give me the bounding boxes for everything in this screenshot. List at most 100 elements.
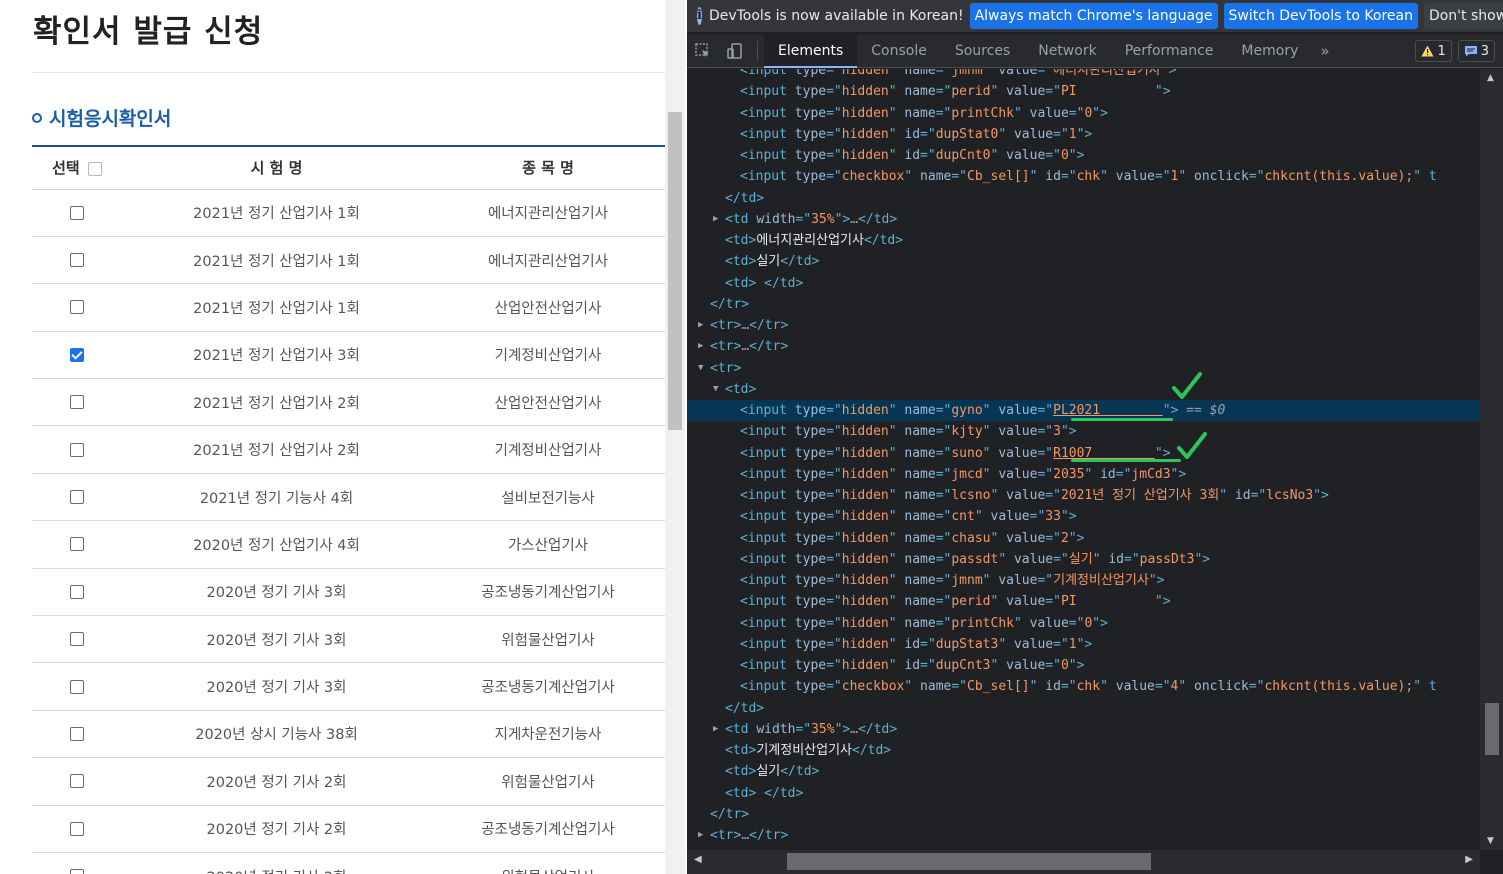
- dom-line[interactable]: <input type="hidden" id="dupStat3" value…: [687, 634, 1480, 655]
- row-checkbox[interactable]: [70, 774, 84, 789]
- dom-line[interactable]: <td>기계정비산업기사</td>: [687, 740, 1480, 761]
- dont-show-again-button[interactable]: Don't show ag: [1423, 3, 1503, 29]
- vertical-scrollbar-thumb[interactable]: [1485, 703, 1499, 755]
- tab-console[interactable]: Console: [857, 35, 941, 68]
- dom-token: =": [935, 573, 952, 588]
- dom-token: chkcnt(this.value);: [1264, 169, 1414, 185]
- page-scrollbar[interactable]: [665, 0, 685, 874]
- dom-token: =": [826, 126, 842, 142]
- tab-performance[interactable]: Performance: [1111, 35, 1228, 68]
- row-checkbox[interactable]: [70, 395, 84, 410]
- dom-line[interactable]: ▶ <tr>…</tr>: [687, 825, 1480, 846]
- scroll-up-arrow-icon[interactable]: ▲: [1487, 73, 1494, 83]
- dom-line[interactable]: <input type="hidden" id="dupCnt3" value=…: [687, 655, 1480, 676]
- device-toolbar-icon[interactable]: [719, 35, 751, 68]
- dom-token: <input: [740, 488, 795, 503]
- dom-tree-horizontal-scrollbar[interactable]: ◀ ▶: [687, 850, 1480, 874]
- row-checkbox[interactable]: [70, 584, 84, 599]
- scroll-down-arrow-icon[interactable]: ▼: [1487, 836, 1494, 846]
- dom-line[interactable]: <input type="hidden" name="lcsno" value=…: [687, 485, 1480, 506]
- dom-line[interactable]: ▶ <tr>…</tr>: [687, 315, 1480, 336]
- warnings-badge[interactable]: 1: [1415, 40, 1452, 62]
- more-tabs-icon[interactable]: »: [1312, 42, 1337, 60]
- tab-network[interactable]: Network: [1024, 35, 1110, 68]
- row-checkbox[interactable]: [70, 490, 84, 505]
- row-checkbox[interactable]: [70, 869, 84, 874]
- dom-token: ": [888, 69, 905, 78]
- collapse-right-arrow-icon[interactable]: ▶: [713, 719, 718, 740]
- dom-line-content: <tr>…</tr>: [710, 315, 788, 336]
- dom-token: [756, 276, 764, 291]
- row-checkbox[interactable]: [70, 537, 84, 552]
- tab-sources[interactable]: Sources: [941, 35, 1024, 68]
- table-row: 2021년 정기 산업기사 3회 기계정비산업기사: [32, 331, 665, 379]
- expand-down-arrow-icon[interactable]: ▼: [713, 379, 718, 400]
- dom-line[interactable]: <input type="hidden" name="printChk" val…: [687, 103, 1480, 124]
- dom-line[interactable]: <input type="hidden" name="jmcd" value="…: [687, 464, 1480, 485]
- dom-token: id: [904, 658, 921, 673]
- dom-line[interactable]: <td>실기</td>: [687, 251, 1480, 272]
- row-checkbox[interactable]: [70, 632, 84, 647]
- collapse-right-arrow-icon[interactable]: ▶: [713, 209, 718, 230]
- scroll-right-arrow-icon[interactable]: ▶: [1465, 854, 1473, 865]
- expand-down-arrow-icon[interactable]: ▼: [698, 358, 703, 379]
- dom-line[interactable]: <input type="checkbox" name="Cb_sel[]" i…: [687, 676, 1480, 697]
- dom-line[interactable]: ▼ <td>: [687, 379, 1480, 400]
- dom-line[interactable]: <input type="checkbox" name="Cb_sel[]" i…: [687, 166, 1480, 187]
- dom-line[interactable]: ▶ <tr>…</tr>: [687, 336, 1480, 357]
- dom-line[interactable]: <td>에너지관리산업기사</td>: [687, 230, 1480, 251]
- dom-line[interactable]: </td>: [687, 188, 1480, 209]
- dom-line[interactable]: ▶ <td width="35%">…</td>: [687, 209, 1480, 230]
- dom-token: ": [888, 658, 905, 673]
- dom-line[interactable]: <input type="hidden" name="cnt" value="3…: [687, 506, 1480, 527]
- always-match-language-button[interactable]: Always match Chrome's language: [969, 3, 1218, 29]
- page-scrollbar-thumb[interactable]: [668, 112, 682, 430]
- row-checkbox[interactable]: [70, 821, 84, 836]
- row-checkbox[interactable]: [70, 300, 84, 315]
- select-all-checkbox[interactable]: [87, 161, 102, 176]
- row-checkbox[interactable]: [70, 679, 84, 694]
- switch-to-korean-button[interactable]: Switch DevTools to Korean: [1223, 3, 1418, 29]
- tab-elements[interactable]: Elements: [764, 34, 858, 68]
- row-checkbox[interactable]: [70, 726, 84, 741]
- dom-line[interactable]: <td>실기</td>: [687, 761, 1480, 782]
- dom-line[interactable]: <input type="hidden" name="jmnm" value="…: [687, 570, 1480, 591]
- collapse-right-arrow-icon[interactable]: ▶: [698, 315, 703, 336]
- row-select-cell: [32, 616, 122, 663]
- tab-memory[interactable]: Memory: [1227, 35, 1312, 68]
- dom-line[interactable]: <input type="hidden" name="perid" value=…: [687, 591, 1480, 612]
- messages-badge[interactable]: 3: [1457, 40, 1495, 62]
- green-checkmark-icon: [1177, 432, 1207, 459]
- dom-line[interactable]: </tr>: [687, 804, 1480, 825]
- horizontal-scrollbar-thumb[interactable]: [787, 853, 1151, 870]
- dom-line-content: </tr>: [710, 294, 749, 315]
- dom-token: 에너지관리산업기사: [1053, 69, 1161, 78]
- scroll-left-arrow-icon[interactable]: ◀: [694, 854, 702, 865]
- dom-line[interactable]: <input type="hidden" name="printChk" val…: [687, 613, 1480, 634]
- collapse-right-arrow-icon[interactable]: ▶: [698, 825, 703, 846]
- dom-line[interactable]: ▶ <td width="35%">…</td>: [687, 719, 1480, 740]
- inspect-element-icon[interactable]: [687, 35, 719, 68]
- dom-line[interactable]: <input type="hidden" id="dupCnt0" value=…: [687, 145, 1480, 166]
- dom-line[interactable]: <td> </td>: [687, 273, 1480, 294]
- dom-line[interactable]: </td>: [687, 698, 1480, 719]
- row-checkbox[interactable]: [70, 442, 84, 457]
- dom-token: 1: [1068, 636, 1077, 652]
- dom-line[interactable]: <input type="hidden" name="jmnm" value="…: [687, 69, 1480, 81]
- dom-token: ">: [1170, 466, 1187, 482]
- dom-line[interactable]: <input type="hidden" id="dupStat0" value…: [687, 124, 1480, 145]
- dom-line[interactable]: </tr>: [687, 294, 1480, 315]
- row-checkbox[interactable]: [70, 347, 84, 362]
- dom-token: =": [920, 658, 936, 673]
- dom-line[interactable]: ▼ <tr>: [687, 358, 1480, 379]
- row-checkbox[interactable]: [70, 205, 84, 220]
- row-checkbox[interactable]: [70, 253, 84, 268]
- dom-line[interactable]: <input type="hidden" name="perid" value=…: [687, 81, 1480, 102]
- collapse-right-arrow-icon[interactable]: ▶: [698, 336, 703, 357]
- dom-line[interactable]: <td> </td>: [687, 783, 1480, 804]
- dom-line[interactable]: <input type="hidden" name="kjty" value="…: [687, 421, 1480, 442]
- dom-line-content: <input type="hidden" id="dupCnt0" value=…: [740, 145, 1084, 166]
- dom-line[interactable]: <input type="hidden" name="passdt" value…: [687, 549, 1480, 570]
- dom-tree-vertical-scrollbar[interactable]: ▲ ▼: [1480, 69, 1503, 850]
- dom-line[interactable]: <input type="hidden" name="chasu" value=…: [687, 528, 1480, 549]
